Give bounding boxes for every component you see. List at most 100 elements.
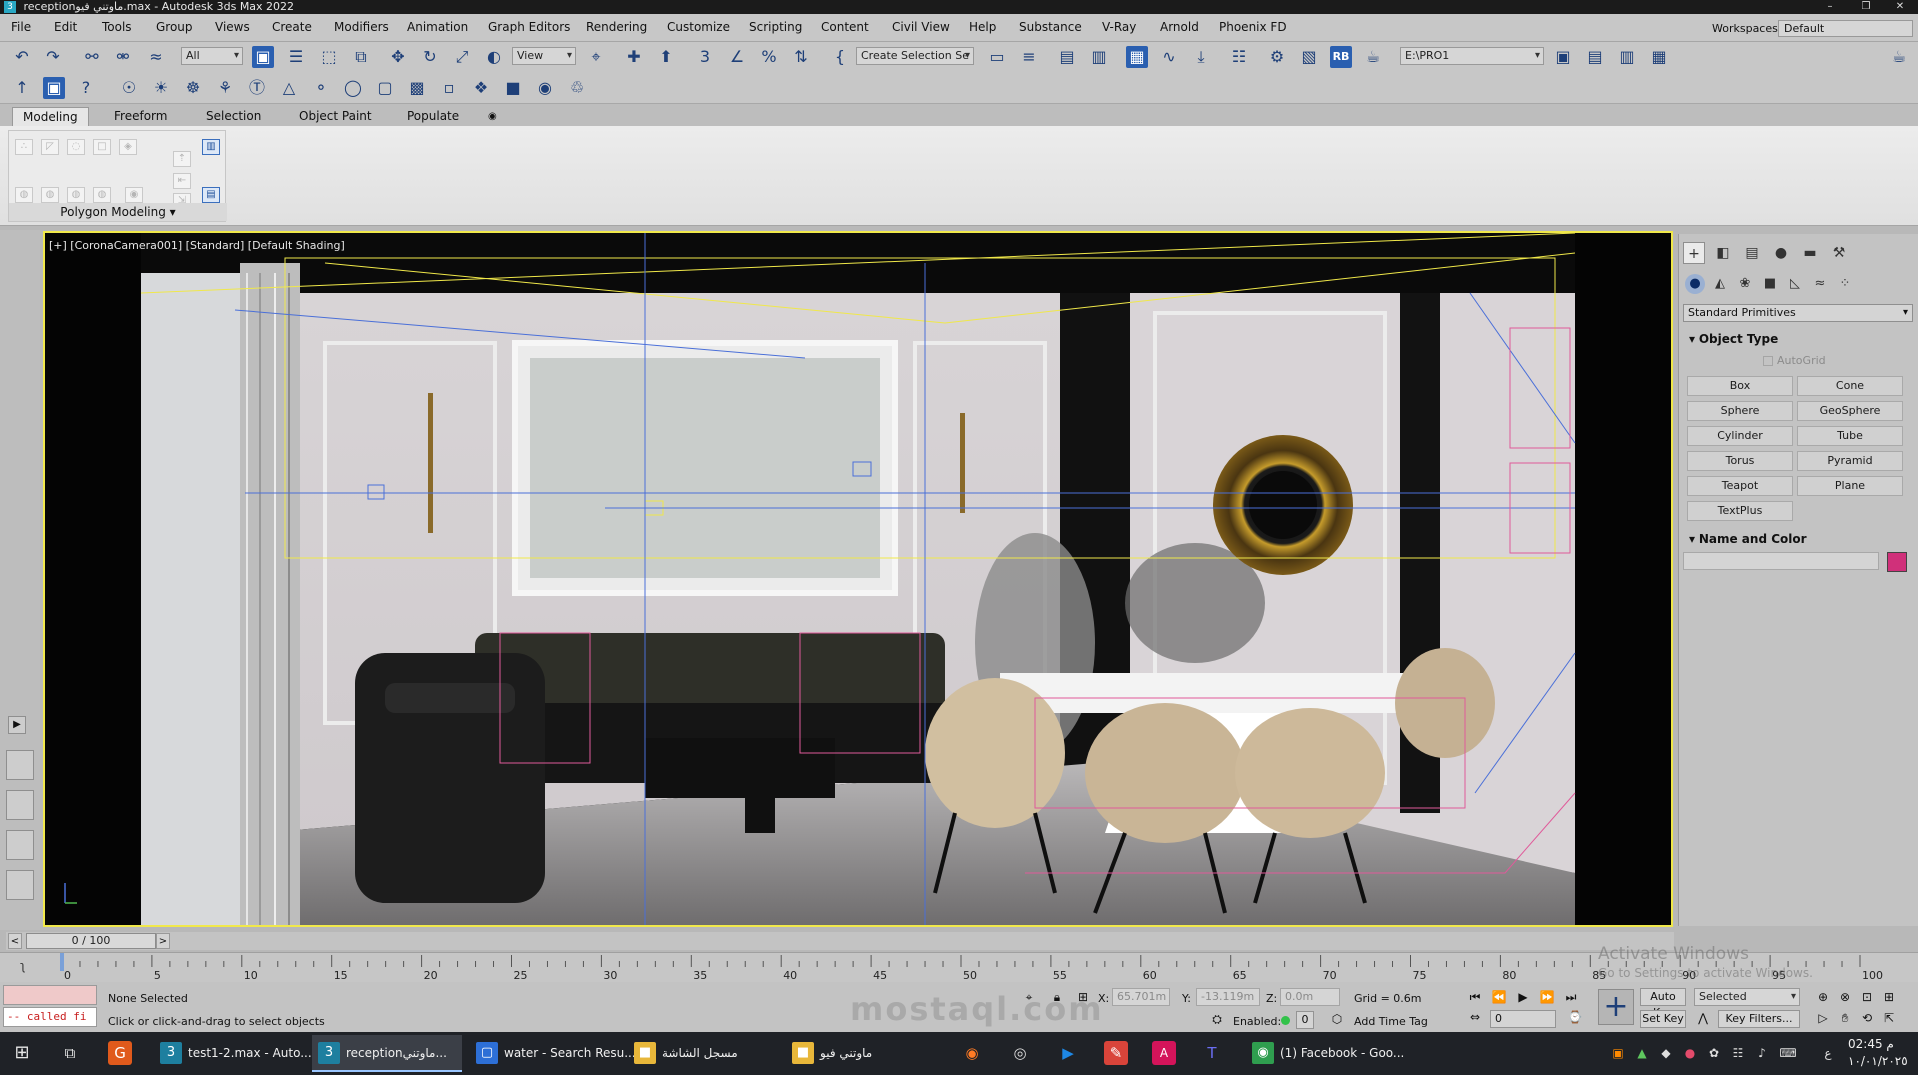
geosphere-button[interactable]: GeoSphere — [1797, 401, 1903, 421]
create-tab-icon[interactable]: + — [1683, 242, 1705, 264]
box-button[interactable]: Box — [1687, 376, 1793, 396]
geometry-category-icon[interactable]: ● — [1685, 274, 1705, 294]
pyramid-button[interactable]: Pyramid — [1797, 451, 1903, 471]
current-frame-marker[interactable] — [60, 953, 64, 971]
ik-solver-icon[interactable]: ↑ — [11, 77, 33, 99]
tab-modeling[interactable]: Modeling — [12, 107, 89, 126]
collapse-stack-icon[interactable]: ⇡ — [173, 151, 191, 167]
reference-coord-dropdown[interactable]: View — [512, 47, 576, 65]
camera-app-icon[interactable]: ◎ — [1008, 1041, 1032, 1065]
motion-tab-icon[interactable]: ● — [1770, 242, 1792, 264]
corona-icon[interactable]: ☸ — [182, 77, 204, 99]
ignore-backfacing-icon[interactable]: ◍ — [41, 187, 59, 203]
soft-selection-icon[interactable]: ◍ — [67, 187, 85, 203]
spinner-snap-icon[interactable]: ⇅ — [790, 46, 812, 68]
scene-render[interactable] — [45, 233, 1671, 925]
ribbon-toggle-icon[interactable]: ▦ — [1126, 46, 1148, 68]
select-move-icon[interactable]: ✥ — [387, 46, 409, 68]
primitive-category-dropdown[interactable]: Standard Primitives — [1683, 304, 1913, 322]
material-editor-icon[interactable]: ☷ — [1228, 46, 1250, 68]
element-mode-icon[interactable]: ◈ — [119, 139, 137, 155]
select-scale-icon[interactable]: ⤢ — [451, 46, 473, 68]
play-button[interactable]: ▶ — [1514, 988, 1532, 1006]
menu-arnold[interactable]: Arnold — [1160, 20, 1199, 34]
layout-tab-2[interactable] — [6, 790, 34, 820]
vertex-mode-icon[interactable]: ∴ — [15, 139, 33, 155]
tab-freeform[interactable]: Freeform — [104, 107, 177, 126]
orbit-icon[interactable]: ⟲ — [1858, 1009, 1876, 1027]
maximize-viewport-icon[interactable]: ⇱ — [1880, 1009, 1898, 1027]
viewport-layout-icon[interactable]: ▣ — [1552, 46, 1574, 68]
display-tab-icon[interactable]: ▬ — [1799, 242, 1821, 264]
viewport-layout-split-icon[interactable]: ▥ — [1616, 46, 1638, 68]
cameras-category-icon[interactable]: ■ — [1760, 274, 1780, 294]
pan-view-icon[interactable]: ✋︎ — [1836, 1009, 1854, 1027]
menu-graph-editors[interactable]: Graph Editors — [488, 20, 570, 34]
menu-phoenix-fd[interactable]: Phoenix FD — [1219, 20, 1287, 34]
menu-content[interactable]: Content — [821, 20, 869, 34]
lights-category-icon[interactable]: ❀ — [1735, 274, 1755, 294]
teams-icon[interactable]: T — [1200, 1041, 1224, 1065]
camera-viewport[interactable]: [+] [CoronaCamera001] [Standard] [Defaul… — [43, 231, 1673, 927]
border-mode-icon[interactable]: ◌ — [67, 139, 85, 155]
firefox-icon[interactable]: ◉ — [960, 1041, 984, 1065]
helpers-category-icon[interactable]: ◺ — [1785, 274, 1805, 294]
select-place-icon[interactable]: ◐ — [483, 46, 505, 68]
object-color-swatch[interactable] — [1887, 552, 1907, 572]
keyboard-shortcut-icon[interactable]: ⬆ — [655, 46, 677, 68]
select-manipulate-icon[interactable]: ✚ — [623, 46, 645, 68]
layer-explorer-icon[interactable]: ▤ — [1056, 46, 1078, 68]
rendered-frame-icon[interactable]: ▧ — [1298, 46, 1320, 68]
redo-icon[interactable]: ↷ — [42, 46, 64, 68]
menu-file[interactable]: File — [11, 20, 31, 34]
previous-frame-button[interactable]: ⏪ — [1490, 988, 1508, 1006]
polygon-modeling-label[interactable]: Polygon Modeling ▾ — [9, 203, 227, 221]
taskbar-app-reception-max[interactable]: 3 receptionماوتني... — [312, 1035, 462, 1072]
time-configuration-icon[interactable]: ⌚ — [1566, 1008, 1584, 1026]
menu-help[interactable]: Help — [969, 20, 996, 34]
modify-tab-icon[interactable]: ◧ — [1712, 242, 1734, 264]
torus-button[interactable]: Torus — [1687, 451, 1793, 471]
menu-animation[interactable]: Animation — [407, 20, 468, 34]
named-selection-dropdown[interactable]: Create Selection Se — [856, 47, 974, 65]
preview-selection-icon[interactable]: ▥ — [202, 139, 220, 155]
key-selection-set-dropdown[interactable]: Selected — [1694, 988, 1800, 1006]
taskbar-app-screen-recorder[interactable]: ■ مسجل الشاشة — [628, 1035, 778, 1072]
go-to-start-button[interactable]: ⏮ — [1466, 988, 1484, 1006]
toggle-command-mode-icon[interactable]: ⇤ — [173, 173, 191, 189]
text-icon[interactable]: Ⓣ — [246, 77, 268, 99]
active-view-icon[interactable]: ▣ — [43, 77, 65, 99]
edit-named-selection-icon[interactable]: { — [829, 46, 851, 68]
layout-tab-3[interactable] — [6, 830, 34, 860]
cylinder-button[interactable]: Cylinder — [1687, 426, 1793, 446]
next-frame-button[interactable]: ⏩ — [1538, 988, 1556, 1006]
autogrid-box[interactable] — [1763, 356, 1773, 366]
use-stack-icon[interactable]: ▤ — [202, 187, 220, 203]
maximize-button[interactable]: ❒ — [1848, 0, 1884, 14]
textplus-button[interactable]: TextPlus — [1687, 501, 1793, 521]
y-coord-field[interactable]: -13.119m — [1196, 988, 1260, 1006]
snaps-toggle-icon[interactable]: 3 — [694, 46, 716, 68]
undo-icon[interactable]: ↶ — [11, 46, 33, 68]
tube-button[interactable]: Tube — [1797, 426, 1903, 446]
maxscript-listener-output[interactable]: -- called fi — [3, 1007, 97, 1027]
modify-mode-icon[interactable]: ◍ — [15, 187, 33, 203]
field-of-view-icon[interactable]: ▷ — [1814, 1009, 1832, 1027]
utilities-tab-icon[interactable]: ⚒ — [1828, 242, 1850, 264]
hierarchy-tab-icon[interactable]: ▤ — [1741, 242, 1763, 264]
ribbon-options-icon[interactable]: ◉ — [478, 107, 507, 126]
sun-icon[interactable]: ☀ — [150, 77, 172, 99]
tab-populate[interactable]: Populate — [397, 107, 469, 126]
tray-app-icon-4[interactable]: ● — [1682, 1041, 1698, 1065]
bulb-icon[interactable]: ⚬ — [310, 77, 332, 99]
zoom-all-icon[interactable]: ⊗ — [1836, 988, 1854, 1006]
taskbar-app-facebook-chrome[interactable]: ◉ (1) Facebook - Goo... — [1246, 1035, 1406, 1072]
menu-civil-view[interactable]: Civil View — [892, 20, 950, 34]
project-folder-dropdown[interactable]: E:\PRO1 — [1400, 47, 1544, 65]
go-to-end-button[interactable]: ⏭ — [1562, 988, 1580, 1006]
menu-substance[interactable]: Substance — [1019, 20, 1082, 34]
render-iterative-icon[interactable]: ☕ — [1362, 46, 1384, 68]
z-coord-field[interactable]: 0.0m — [1280, 988, 1340, 1006]
viewport-layout-alt-icon[interactable]: ▤ — [1584, 46, 1606, 68]
render-production-icon[interactable]: RB — [1330, 46, 1352, 68]
